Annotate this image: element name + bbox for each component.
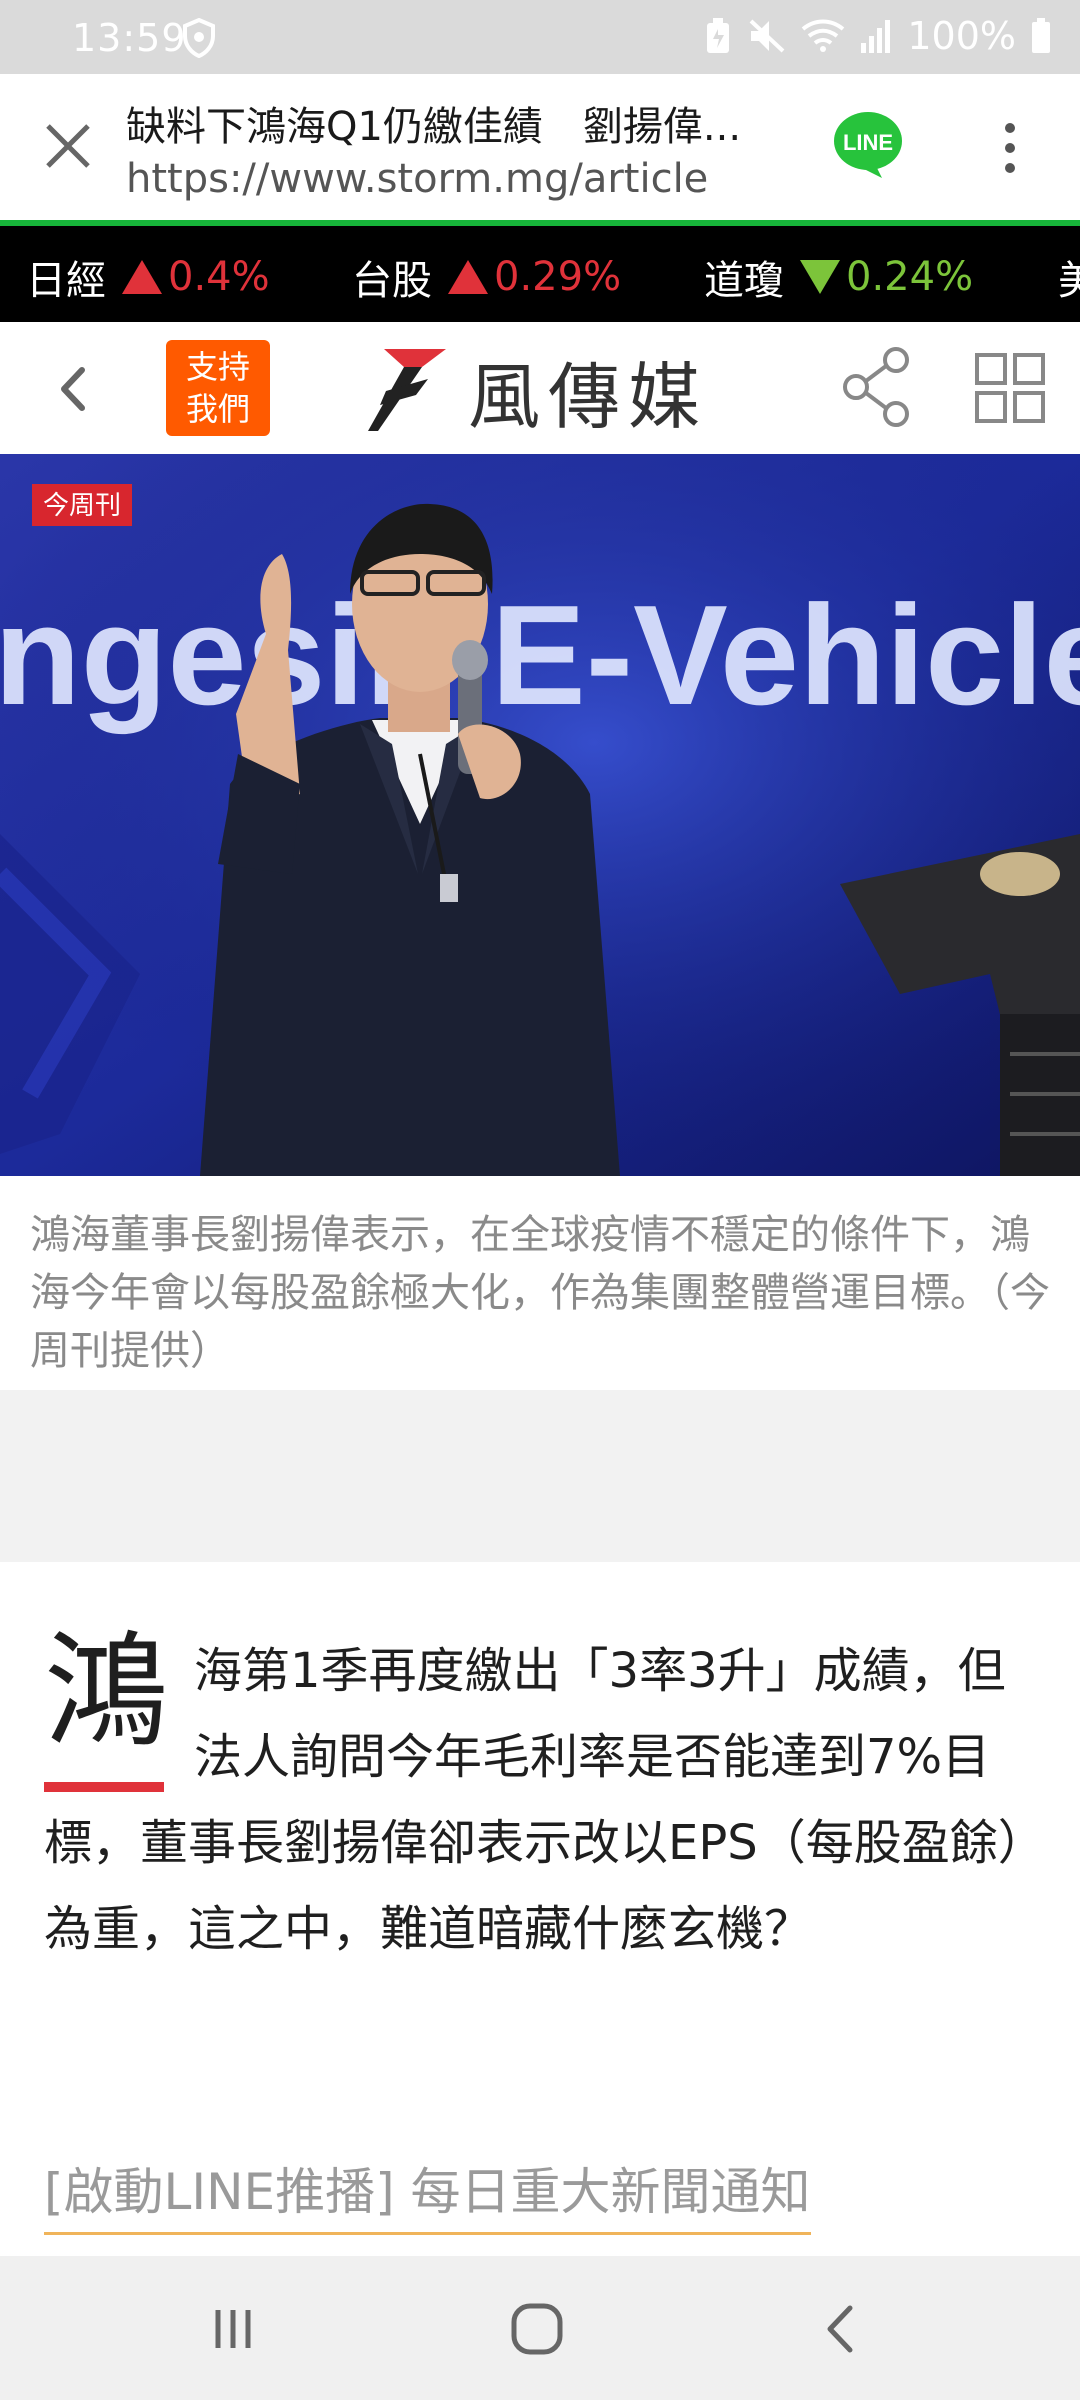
- drop-cap-underline: [44, 1782, 164, 1792]
- hero-image[interactable]: ngesin E-Vehicle 今周刊: [0, 454, 1080, 1176]
- watermark-text: 今周刊: [43, 491, 121, 521]
- close-icon[interactable]: [38, 116, 98, 176]
- battery-percent: 100%: [907, 14, 1016, 58]
- drop-cap: 鴻: [44, 1622, 168, 1798]
- down-arrow-icon: [800, 260, 840, 294]
- line-share-button[interactable]: LINE: [832, 108, 904, 180]
- support-us-button[interactable]: 支持 我們: [166, 340, 270, 436]
- ticker-item-nikkei[interactable]: 日經 0.4%: [26, 248, 270, 306]
- share-icon[interactable]: [842, 344, 912, 430]
- home-icon[interactable]: [502, 2294, 572, 2364]
- line-push-link[interactable]: [啟動LINE推播] 每日重大新聞通知: [44, 2152, 811, 2235]
- back-icon[interactable]: [806, 2294, 876, 2364]
- status-time: 13:59: [72, 16, 187, 60]
- wifi-icon: [802, 19, 845, 52]
- banner-text: ngesin E-Vehicle: [0, 576, 1080, 735]
- market-ticker: 日經 0.4% 台股 0.29% 道瓊 0.24% 美: [0, 226, 1080, 322]
- ticker-item-taiex[interactable]: 台股 0.29%: [352, 248, 621, 306]
- more-menu-icon[interactable]: [990, 118, 1030, 178]
- mute-icon: [749, 19, 785, 53]
- shield-icon: [183, 18, 215, 58]
- battery-icon: [1032, 18, 1050, 53]
- recent-apps-icon[interactable]: [198, 2294, 268, 2364]
- url-text[interactable]: https://www.storm.mg/article: [126, 156, 708, 202]
- grid-menu-icon[interactable]: [974, 352, 1046, 424]
- article-body: 鴻 海第1季再度繳出「3率3升」成績，但法人詢問今年毛利率是否能達到7%目標，董…: [44, 1622, 1034, 1972]
- up-arrow-icon: [448, 260, 488, 294]
- ticker-item-dow[interactable]: 道瓊 0.24%: [704, 248, 973, 306]
- line-label: LINE: [843, 130, 893, 155]
- storm-logo-icon: [368, 349, 446, 431]
- ticker-item-us[interactable]: 美: [1058, 248, 1080, 306]
- page-title: 缺料下鴻海Q1仍繳佳績 劉揚偉...: [126, 104, 742, 150]
- site-header: 支持 我們 風傳媒: [0, 322, 1080, 458]
- battery-saver-icon: [707, 18, 730, 53]
- ad-space: [0, 1390, 1080, 1562]
- system-nav-bar: [0, 2256, 1080, 2400]
- back-arrow-icon[interactable]: [54, 364, 94, 414]
- site-logo[interactable]: 風傳媒: [364, 340, 708, 440]
- browser-toolbar: 缺料下鴻海Q1仍繳佳績 劉揚偉... https://www.storm.mg/…: [0, 74, 1080, 220]
- signal-icon: [861, 20, 891, 53]
- status-bar: 13:59 100%: [0, 0, 1080, 74]
- image-caption: 鴻海董事長劉揚偉表示，在全球疫情不穩定的條件下，鴻海今年會以每股盈餘極大化，作為…: [30, 1212, 1050, 1374]
- up-arrow-icon: [122, 260, 162, 294]
- article-paragraph: 海第1季再度繳出「3率3升」成績，但法人詢問今年毛利率是否能達到7%目標，董事長…: [44, 1643, 1022, 1957]
